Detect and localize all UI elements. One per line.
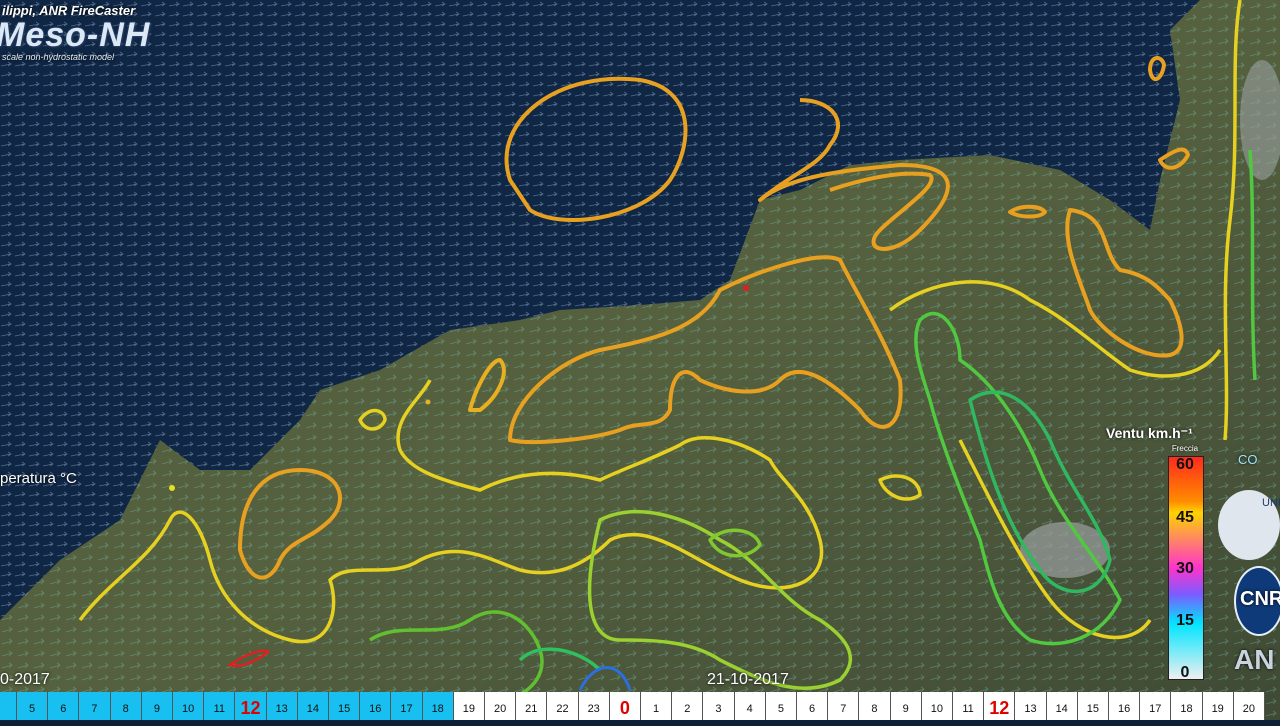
- timeline-cell[interactable]: 11: [204, 692, 236, 720]
- timeline-cell[interactable]: 10: [921, 692, 953, 720]
- timeline-cell[interactable]: 5: [17, 692, 49, 720]
- timeline-cell[interactable]: 16: [1109, 692, 1141, 720]
- timeline-cell[interactable]: 2: [672, 692, 704, 720]
- timeline-cell[interactable]: 20: [485, 692, 517, 720]
- date-label-middle: 21-10-2017: [707, 671, 789, 688]
- timeline-cell[interactable]: 19: [453, 692, 485, 720]
- timeline-cell[interactable]: 20: [1233, 692, 1265, 720]
- legend-tick: 15: [1176, 612, 1194, 629]
- timeline-cell[interactable]: 10: [173, 692, 205, 720]
- timeline-cell[interactable]: 17: [1140, 692, 1172, 720]
- legend-tick: 30: [1176, 560, 1194, 577]
- model-logo: Meso-NH: [0, 16, 151, 54]
- timeline-cell[interactable]: 11: [953, 692, 985, 720]
- timeline-cell[interactable]: 9: [141, 692, 173, 720]
- timeline-cell[interactable]: 5: [765, 692, 797, 720]
- legend-tick: 60: [1176, 456, 1194, 473]
- timeline-cell[interactable]: [0, 692, 17, 720]
- timeline-cell[interactable]: 16: [360, 692, 392, 720]
- temperature-title: peratura °C: [0, 470, 77, 487]
- timeline-cell[interactable]: 17: [391, 692, 423, 720]
- timeline-cell[interactable]: 14: [1046, 692, 1078, 720]
- timeline-cell[interactable]: 18: [1171, 692, 1203, 720]
- wind-speed-legend: Freccia 60 45 30 15 0: [1168, 444, 1206, 682]
- timeline-cell[interactable]: 8: [859, 692, 891, 720]
- cnr-logo-text: CNR: [1240, 588, 1280, 610]
- timeline-cell[interactable]: 12: [984, 692, 1016, 720]
- timeline-cell[interactable]: 4: [734, 692, 766, 720]
- timeline-cell[interactable]: 15: [329, 692, 361, 720]
- timeline-cell[interactable]: 21: [516, 692, 548, 720]
- timeline-cell[interactable]: 0: [609, 692, 641, 720]
- timeline-cell[interactable]: 18: [422, 692, 454, 720]
- timeline-cell[interactable]: 13: [1015, 692, 1047, 720]
- legend-tick: 45: [1176, 509, 1194, 526]
- timeline-cell[interactable]: 6: [48, 692, 80, 720]
- timeline-cell[interactable]: 12: [235, 692, 267, 720]
- anr-logo-text: AN: [1234, 644, 1275, 675]
- legend-tick: 0: [1180, 664, 1190, 681]
- timeline-cell[interactable]: 8: [110, 692, 142, 720]
- timeline-cell[interactable]: 13: [266, 692, 298, 720]
- timeline-cell[interactable]: 7: [79, 692, 111, 720]
- timeline-cell[interactable]: 14: [297, 692, 329, 720]
- model-logo-subtitle: scale non-hydrostatic model: [2, 52, 115, 62]
- university-logo-text: UNI: [1262, 497, 1280, 509]
- timeline-cell[interactable]: 9: [890, 692, 922, 720]
- date-label-left: 0-2017: [0, 671, 50, 688]
- timeline-cell[interactable]: 1: [641, 692, 673, 720]
- wind-legend-title: Ventu km.h⁻¹: [1106, 425, 1193, 441]
- timeline-cell[interactable]: 7: [828, 692, 860, 720]
- timeline-cell[interactable]: 23: [578, 692, 610, 720]
- time-slider[interactable]: 5 6 7 8 9 10 11 12 13 14 15 16 17 18 19 20 21 22 23 0 1 2 3 4 5 6…: [0, 692, 1280, 720]
- wind-legend-subtitle: Freccia: [1171, 444, 1199, 453]
- timeline-cell[interactable]: 6: [797, 692, 829, 720]
- timeline-cell[interactable]: 19: [1202, 692, 1234, 720]
- timeline-cell[interactable]: 15: [1077, 692, 1109, 720]
- co-logo: CO: [1238, 452, 1258, 467]
- satellite-map[interactable]: [0, 0, 1280, 720]
- timeline-cell[interactable]: 22: [547, 692, 579, 720]
- timeline-cell[interactable]: 3: [703, 692, 735, 720]
